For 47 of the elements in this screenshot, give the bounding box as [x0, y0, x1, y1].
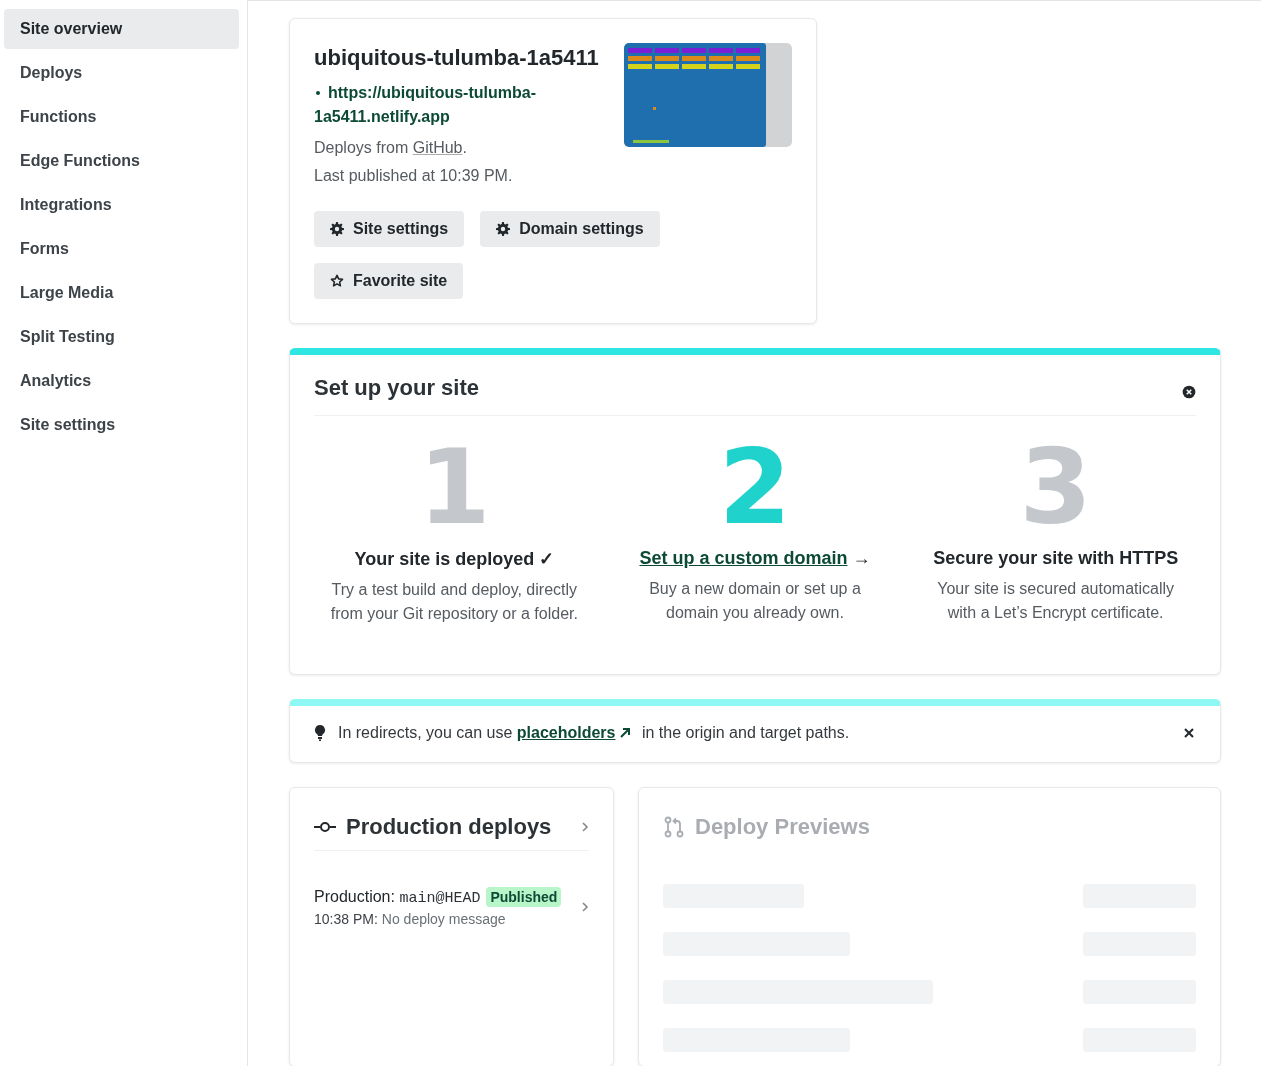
chevron-right-icon	[581, 902, 589, 912]
placeholders-link[interactable]: placeholders	[516, 724, 638, 741]
chevron-right-icon	[581, 822, 589, 832]
deploy-title: Production: main@HEAD	[314, 887, 481, 907]
step-description: Your site is secured automatically with a Let’s Encrypt certificate.	[936, 579, 1176, 623]
sidebar-item[interactable]: Edge Functions	[4, 141, 239, 181]
github-link[interactable]: GitHub	[412, 139, 463, 156]
step-number: 1	[418, 442, 491, 532]
status-badge: Published	[486, 887, 562, 907]
step-description: Try a test build and deploy, directly from your Git repository or a folder.	[329, 580, 579, 624]
deploy-meta-text: 10:38 PM: No deploy message	[314, 911, 507, 927]
step-title: Your site is deployed ✓	[354, 548, 555, 570]
star-icon	[330, 274, 344, 288]
gear-icon	[496, 222, 511, 236]
favorite-button[interactable]: Favorite site	[314, 263, 464, 299]
external-link-icon	[619, 727, 632, 739]
step-title: Secure your site with HTTPS	[933, 548, 1179, 569]
settings-button[interactable]: Site settings	[314, 211, 465, 247]
deploy-source-text: Deploys from GitHub.	[314, 139, 468, 157]
step-description: Buy a new domain or set up a domain you already own.	[648, 579, 862, 623]
deploy-list-item[interactable]: Production: main@HEAD Published 10:38 PM: No deploy message	[314, 887, 589, 927]
card-title: Deploy Previews	[695, 814, 871, 840]
pull-request-icon	[663, 816, 685, 838]
sidebar-item[interactable]: Functions	[4, 97, 239, 137]
gear-icon	[330, 222, 344, 236]
sidebar-item[interactable]: Split Testing	[4, 317, 239, 357]
tip-text: In redirects, you can use placeholders in the origin and target paths.	[338, 724, 851, 742]
sidebar-item[interactable]: Site overview	[4, 9, 239, 49]
sidebar-item[interactable]: Analytics	[4, 361, 239, 401]
section-title: Set up your site	[314, 375, 480, 401]
site-name: ubiquitous-tulumba-1a5411	[314, 45, 599, 71]
sidebar-item[interactable]: Deploys	[4, 53, 239, 93]
step-number: 3	[1019, 442, 1092, 532]
close-icon	[1182, 726, 1196, 740]
last-published-text: Last published at 10:39 PM.	[314, 167, 514, 185]
lightbulb-icon	[314, 725, 326, 741]
step-number: 2	[718, 442, 792, 532]
card-title: Production deploys	[346, 814, 553, 840]
custom-domain-link[interactable]: Set up a custom domain →	[639, 548, 871, 569]
site-url-link[interactable]: https://ubiquitous-tulumba-1a5411.netlify.app	[314, 81, 574, 129]
sidebar-item[interactable]: Large Media	[4, 273, 239, 313]
sidebar-item[interactable]: Forms	[4, 229, 239, 269]
close-button[interactable]	[1182, 726, 1196, 740]
sidebar-item[interactable]: Site settings	[4, 405, 239, 445]
commit-icon	[314, 821, 336, 833]
settings-button[interactable]: Domain settings	[480, 211, 660, 247]
sidebar-item[interactable]: Integrations	[4, 185, 239, 225]
